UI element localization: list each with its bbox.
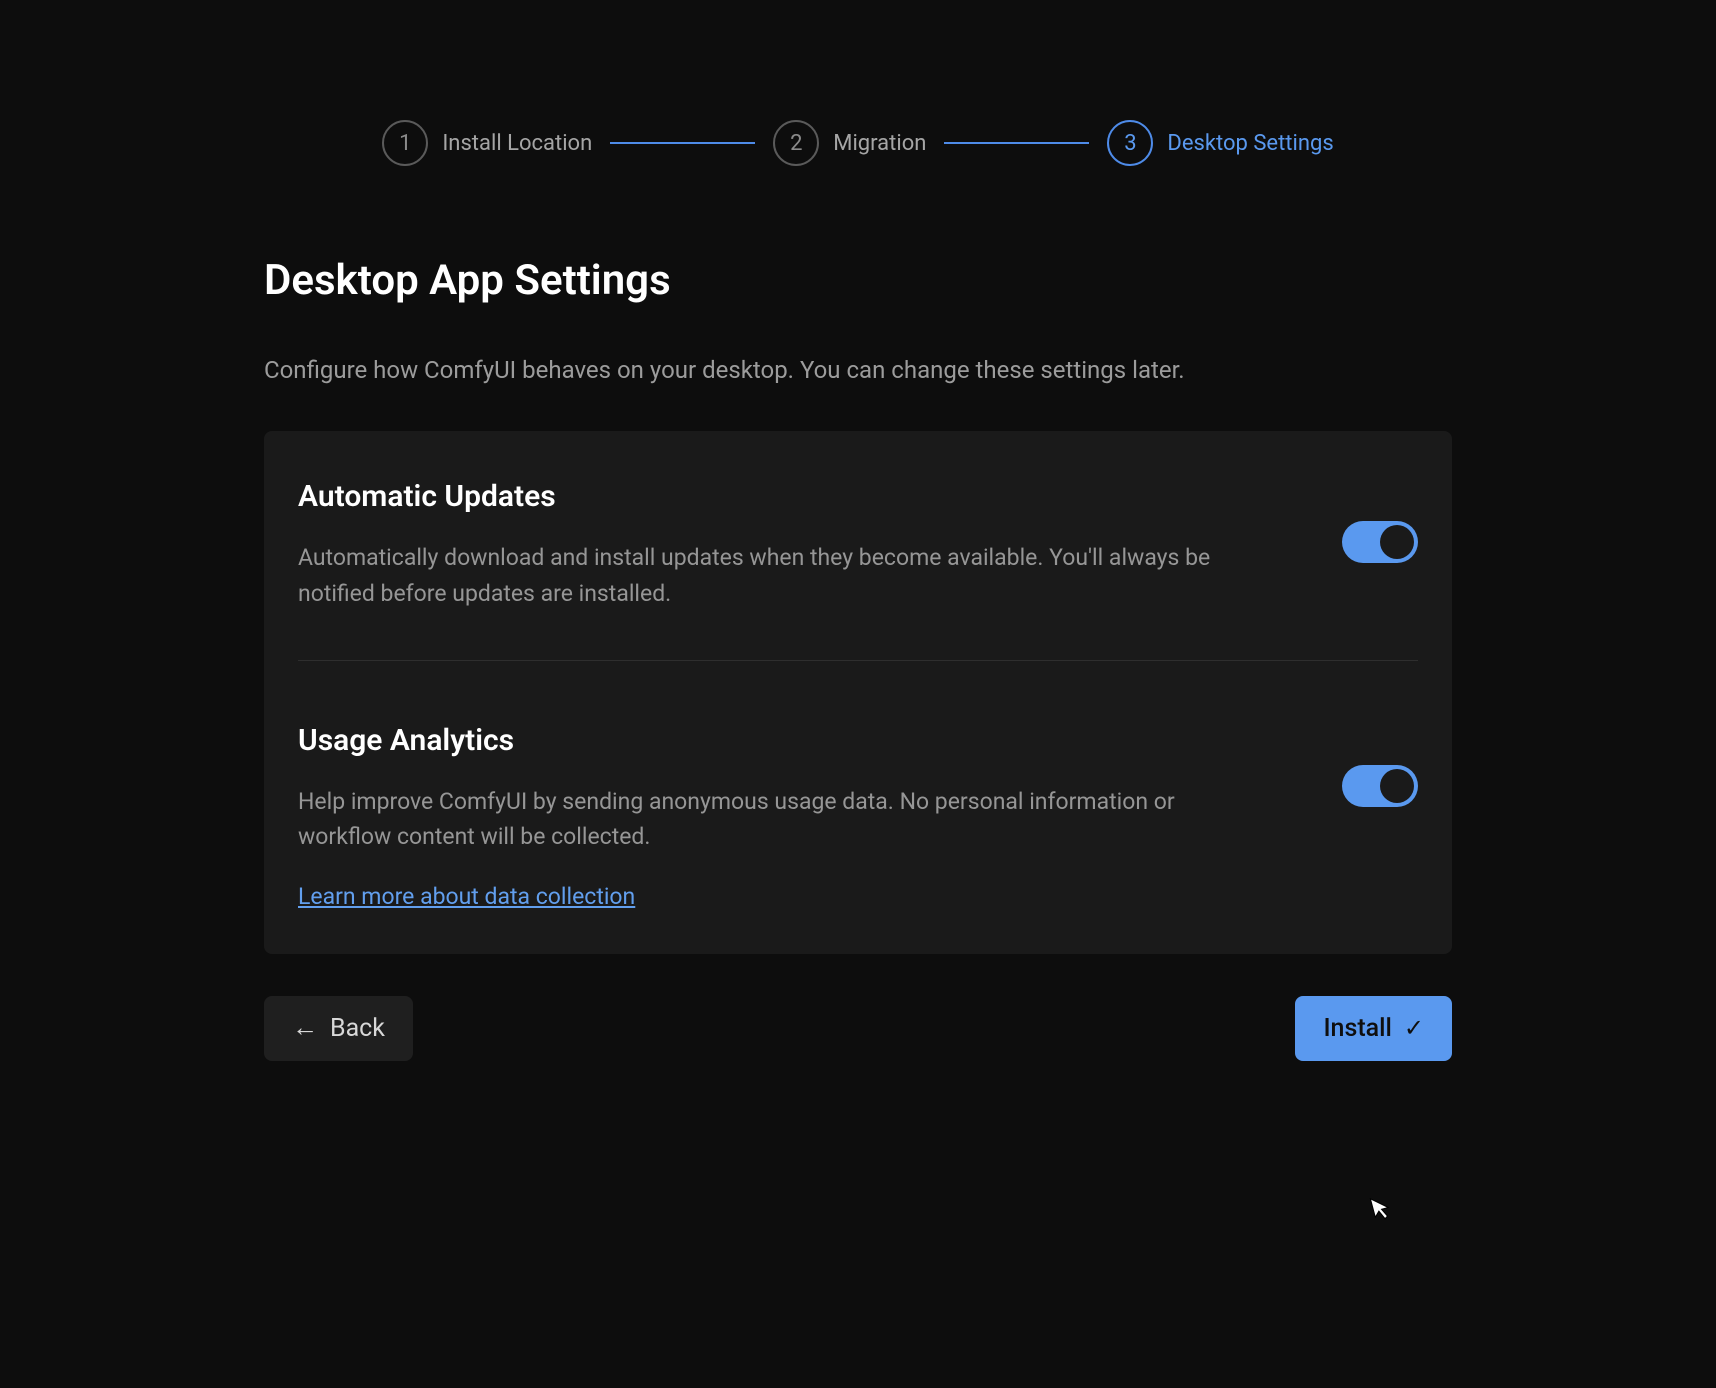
toggle-auto-update[interactable]: [1342, 521, 1418, 563]
step-circle-2: 2: [773, 120, 819, 166]
step-migration[interactable]: 2 Migration: [773, 120, 926, 166]
step-label-1: Install Location: [442, 131, 592, 156]
toggle-thumb: [1380, 525, 1414, 559]
back-button-label: Back: [330, 1014, 385, 1043]
back-button[interactable]: ← Back: [264, 996, 413, 1061]
arrow-left-icon: ←: [292, 1015, 318, 1041]
divider: [298, 660, 1418, 661]
button-row: ← Back Install ✓: [264, 996, 1452, 1061]
install-button-label: Install: [1323, 1014, 1391, 1043]
toggle-thumb: [1380, 769, 1414, 803]
page-subtitle: Configure how ComfyUI behaves on your de…: [264, 351, 1394, 389]
setting-auto-update: Automatic Updates Automatically download…: [298, 479, 1418, 611]
stepper-connector: [944, 142, 1089, 144]
page-title: Desktop App Settings: [264, 256, 1452, 305]
cursor-icon: [1369, 1193, 1397, 1229]
step-circle-3: 3: [1107, 120, 1153, 166]
check-icon: ✓: [1404, 1016, 1424, 1040]
analytics-learn-more-link[interactable]: Learn more about data collection: [298, 883, 635, 910]
install-button[interactable]: Install ✓: [1295, 996, 1452, 1061]
step-label-3: Desktop Settings: [1167, 131, 1333, 156]
main-content: Desktop App Settings Configure how Comfy…: [258, 256, 1458, 1061]
toggle-analytics[interactable]: [1342, 765, 1418, 807]
step-desktop-settings[interactable]: 3 Desktop Settings: [1107, 120, 1333, 166]
setting-analytics-description: Help improve ComfyUI by sending anonymou…: [298, 784, 1218, 855]
stepper: 1 Install Location 2 Migration 3 Desktop…: [258, 60, 1458, 166]
step-label-2: Migration: [833, 131, 926, 156]
stepper-connector: [610, 142, 755, 144]
setting-auto-update-title: Automatic Updates: [298, 479, 1218, 514]
step-install-location[interactable]: 1 Install Location: [382, 120, 592, 166]
setting-analytics-title: Usage Analytics: [298, 723, 1218, 758]
step-circle-1: 1: [382, 120, 428, 166]
settings-card: Automatic Updates Automatically download…: [264, 431, 1452, 954]
setting-analytics: Usage Analytics Help improve ComfyUI by …: [298, 723, 1418, 910]
setting-auto-update-description: Automatically download and install updat…: [298, 540, 1218, 611]
